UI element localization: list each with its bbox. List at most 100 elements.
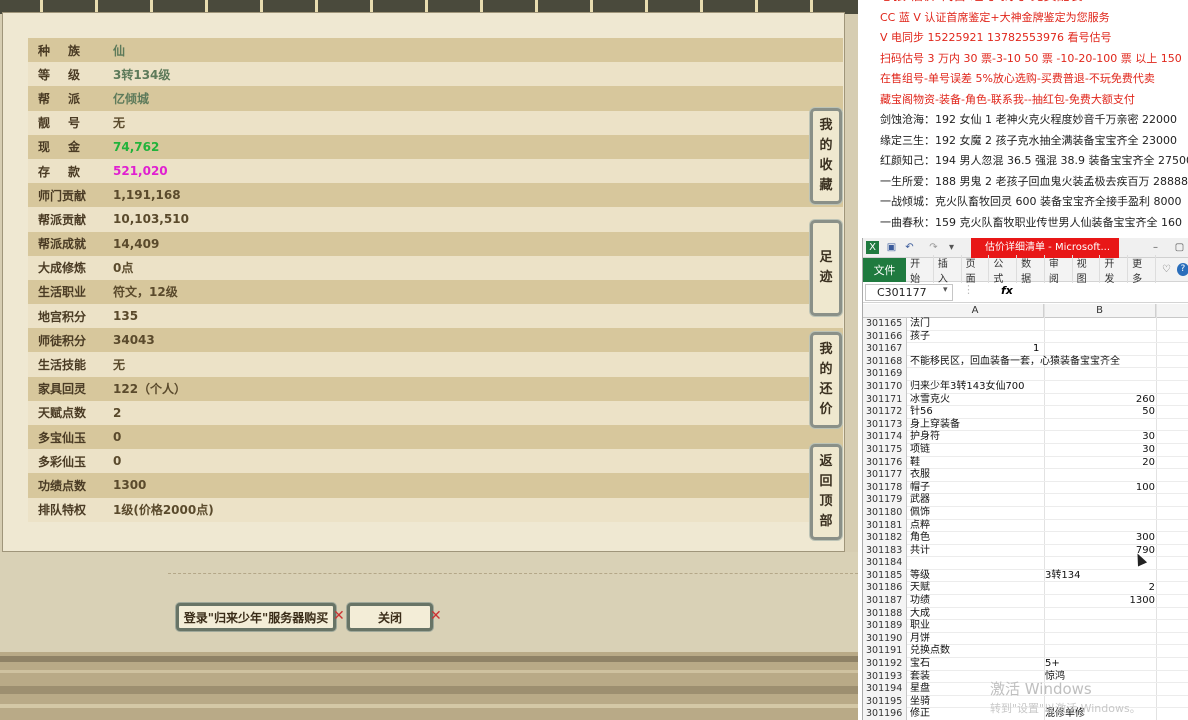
tab-my-counteroffer[interactable]: 我的还价 (810, 332, 842, 428)
sheet-row[interactable]: 301176 鞋 20 (863, 456, 1188, 470)
cell-a[interactable]: 佩饰 (910, 507, 1043, 520)
row-number[interactable]: 301175 (863, 443, 907, 457)
tab-my-favorites[interactable]: 我的收藏 (810, 108, 842, 204)
cell-a[interactable]: 职业 (910, 620, 1043, 633)
sheet-row[interactable]: 301174 护身符 30 (863, 431, 1188, 444)
cell-a[interactable]: 归来少年3转143女仙700 (910, 381, 1043, 394)
row-number[interactable]: 301188 (863, 607, 907, 621)
row-number[interactable]: 301182 (863, 532, 907, 545)
row-number[interactable]: 301174 (863, 431, 907, 444)
cell-a[interactable]: 大成 (910, 608, 1043, 621)
row-number[interactable]: 301169 (863, 368, 907, 381)
cell-b[interactable]: 2 (1045, 582, 1155, 595)
cell-a[interactable]: 衣服 (910, 469, 1043, 482)
sheet-row[interactable]: 301185 等级 3转134 (863, 569, 1188, 583)
save-icon[interactable]: ▣ (885, 241, 898, 254)
sheet-row[interactable]: 301191 兑换点数 (863, 645, 1188, 659)
ribbon-tab[interactable]: 开发 (1100, 254, 1129, 285)
cell-a[interactable]: 兑换点数 (910, 645, 1043, 658)
sheet-row[interactable]: 301187 功绩 1300 (863, 595, 1188, 608)
cell-b[interactable]: 260 (1045, 394, 1155, 407)
cell-a[interactable]: 法门 (910, 318, 1043, 331)
cell-a[interactable]: 武器 (910, 494, 1043, 507)
row-number[interactable]: 301183 (863, 544, 907, 558)
column-header-b[interactable]: B (1044, 304, 1156, 318)
login-server-buy-button[interactable]: 登录"归来少年"服务器购买 (176, 603, 336, 631)
cell-a[interactable]: 身上穿装备 (910, 419, 1043, 432)
cell-b[interactable]: 1300 (1045, 595, 1155, 608)
row-number[interactable]: 301171 (863, 393, 907, 407)
help-icon[interactable]: ? (1176, 263, 1188, 276)
sheet-row[interactable]: 301179 武器 (863, 494, 1188, 507)
sheet-row[interactable]: 301188 大成 (863, 607, 1188, 621)
minimize-icon[interactable]: – (1149, 241, 1162, 254)
row-number[interactable]: 301196 (863, 708, 907, 720)
cell-a[interactable]: 护身符 (910, 431, 1043, 444)
tab-footprint[interactable]: 足迹 (810, 220, 842, 316)
tab-file[interactable]: 文件 (863, 257, 907, 282)
ribbon-tab[interactable]: 审阅 (1045, 254, 1073, 285)
cell-b[interactable]: 5+ (1045, 658, 1155, 671)
cell-a[interactable]: 功绩 (910, 595, 1043, 608)
row-number[interactable]: 301167 (863, 343, 907, 356)
ribbon-tab[interactable]: 页面 (962, 254, 990, 285)
sheet-row[interactable]: 301178 帽子 100 (863, 481, 1188, 495)
cell-a[interactable]: 角色 (910, 532, 1043, 545)
row-number[interactable]: 301180 (863, 506, 907, 520)
cell-a[interactable]: 不能移民区，回血装备一套，心猿装备宝宝齐全 (910, 356, 1120, 369)
heart-icon[interactable]: ♡ (1162, 264, 1171, 275)
cell-a[interactable]: 冰雪克火 (910, 394, 1043, 407)
sheet-row[interactable]: 301173 身上穿装备 (863, 418, 1188, 432)
cell-a[interactable]: 鞋 (910, 457, 1043, 470)
cell-a[interactable]: 点粹 (910, 520, 1043, 533)
row-number[interactable]: 301181 (863, 519, 907, 533)
row-number[interactable]: 301193 (863, 670, 907, 684)
undo-icon[interactable]: ↶ (903, 241, 916, 254)
row-number[interactable]: 301191 (863, 645, 907, 659)
row-number[interactable]: 301186 (863, 582, 907, 596)
sheet-row[interactable]: 301175 项链 30 (863, 443, 1188, 457)
cell-a[interactable]: 天赋 (910, 582, 1043, 595)
name-box-dropdown-icon[interactable]: ▾ (943, 285, 948, 295)
row-number[interactable]: 301173 (863, 418, 907, 432)
sheet-row[interactable]: 301189 职业 (863, 620, 1188, 633)
row-number[interactable]: 301178 (863, 481, 907, 495)
cell-a[interactable]: 孩子 (910, 331, 1043, 344)
redo-icon[interactable]: ↷ (927, 241, 940, 254)
sheet-row[interactable]: 301169 (863, 368, 1188, 381)
cell-a[interactable]: 月饼 (910, 633, 1043, 646)
row-number[interactable]: 301195 (863, 695, 907, 709)
row-number[interactable]: 301189 (863, 620, 907, 633)
close-x-icon[interactable]: ✕ (333, 608, 345, 624)
ribbon-tab[interactable]: 更多 (1128, 254, 1156, 285)
ribbon-tab[interactable]: 插入 (934, 254, 962, 285)
sheet-row[interactable]: 301180 佩饰 (863, 506, 1188, 520)
maximize-icon[interactable]: ▢ (1173, 241, 1186, 254)
row-number[interactable]: 301168 (863, 355, 907, 369)
cell-a[interactable]: 共计 (910, 545, 1043, 558)
close-button[interactable]: 关闭 (347, 603, 433, 631)
sheet-row[interactable]: 301168 不能移民区，回血装备一套，心猿装备宝宝齐全 (863, 355, 1188, 369)
ribbon-tab[interactable]: 数据 (1017, 254, 1045, 285)
sheet-row[interactable]: 301166 孩子 (863, 330, 1188, 344)
cell-b[interactable]: 50 (1045, 406, 1155, 419)
ribbon-tab[interactable]: 开始 (906, 254, 934, 285)
row-number[interactable]: 301192 (863, 658, 907, 671)
cell-a[interactable]: 项链 (910, 444, 1043, 457)
sheet-row[interactable]: 301177 衣服 (863, 469, 1188, 482)
ribbon-tab[interactable]: 视图 (1073, 254, 1101, 285)
row-number[interactable]: 301190 (863, 632, 907, 646)
fx-icon[interactable]: fx (1001, 284, 1013, 297)
cell-a[interactable]: 等级 (910, 570, 1043, 583)
cell-b[interactable]: 20 (1045, 457, 1155, 470)
sheet-row[interactable]: 301165 法门 (863, 318, 1188, 331)
cell-a[interactable]: 宝石 (910, 658, 1043, 671)
sheet-row[interactable]: 301172 针56 50 (863, 406, 1188, 419)
ribbon-tab[interactable]: 公式 (989, 254, 1018, 285)
row-number[interactable]: 301176 (863, 456, 907, 470)
row-number[interactable]: 301165 (863, 318, 907, 331)
row-number[interactable]: 301187 (863, 595, 907, 608)
sheet-row[interactable]: 301192 宝石 5+ (863, 658, 1188, 671)
column-header-a[interactable]: A (907, 304, 1044, 318)
sheet-row[interactable]: 301182 角色 300 (863, 532, 1188, 545)
